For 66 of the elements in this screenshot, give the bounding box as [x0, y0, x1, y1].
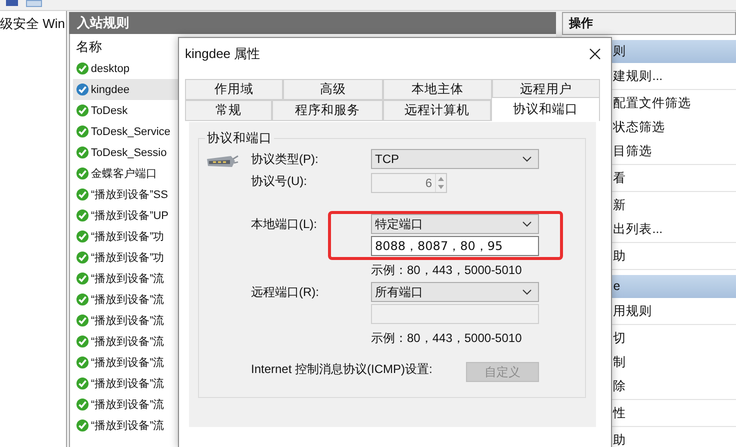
rule-row[interactable]: “播放到设备”流	[72, 415, 180, 436]
local-port-dropdown[interactable]: 特定端口	[371, 214, 539, 234]
check-icon	[76, 314, 89, 327]
rule-row[interactable]: “播放到设备”流	[72, 331, 180, 352]
rule-row[interactable]: “播放到设备”流	[72, 394, 180, 415]
remote-port-dropdown[interactable]: 所有端口	[371, 282, 539, 302]
field-label: 协议号(U):	[251, 172, 308, 190]
field-label: Internet 控制消息协议(ICMP)设置:	[251, 362, 434, 377]
protocol-type-dropdown[interactable]: TCP	[371, 149, 539, 169]
rule-row[interactable]: ToDesk_Service	[72, 121, 180, 142]
check-icon	[76, 188, 89, 201]
field-label: 协议类型(P):	[251, 150, 320, 168]
rule-row[interactable]: 金蝶客户端口	[72, 163, 180, 184]
rule-row[interactable]: “播放到设备”UP	[72, 205, 180, 226]
rule-row[interactable]: “播放到设备”流	[72, 352, 180, 373]
rule-row[interactable]: kingdee	[72, 79, 180, 100]
close-icon[interactable]	[589, 48, 601, 60]
column-header[interactable]: 名称	[72, 36, 176, 58]
group-title: 协议和端口	[206, 130, 273, 147]
check-icon	[76, 356, 89, 369]
rule-row[interactable]: “播放到设备”SS	[72, 184, 180, 205]
chevron-icon	[522, 221, 532, 227]
tab[interactable]: 高级	[283, 79, 383, 100]
check-icon	[76, 251, 89, 264]
check-icon	[76, 62, 89, 75]
check-icon	[76, 272, 89, 285]
check-icon	[76, 398, 89, 411]
rule-row[interactable]: ToDesk	[72, 100, 180, 121]
check-icon	[76, 230, 89, 243]
window-title: kingdee 属性	[185, 44, 260, 62]
toolbar-icon[interactable]	[6, 0, 18, 6]
rule-row[interactable]: “播放到设备”流	[72, 289, 180, 310]
check-icon	[76, 293, 89, 306]
chevron-icon	[522, 156, 532, 162]
check-icon	[76, 83, 89, 96]
check-icon	[76, 167, 89, 180]
tab[interactable]: 远程计算机	[383, 100, 491, 121]
tab[interactable]: 协议和端口	[491, 97, 600, 121]
check-icon	[76, 146, 89, 159]
tab[interactable]: 常规	[185, 100, 272, 121]
pane-header: 操作	[562, 12, 736, 35]
rule-row[interactable]: ToDesk_Sessio	[72, 142, 180, 163]
check-icon	[76, 104, 89, 117]
check-icon	[76, 335, 89, 348]
chevron-icon	[522, 289, 532, 295]
rule-row[interactable]: “播放到设备”流	[72, 268, 180, 289]
check-icon	[76, 125, 89, 138]
check-icon	[76, 209, 89, 222]
rule-row[interactable]: “播放到设备”流	[72, 310, 180, 331]
rule-row[interactable]: desktop	[72, 58, 180, 79]
tab[interactable]: 本地主体	[383, 79, 492, 100]
rule-row[interactable]: “播放到设备”功	[72, 226, 180, 247]
rule-row[interactable]: “播放到设备”功	[72, 247, 180, 268]
example-text: 示例：80，443，5000-5010	[371, 262, 523, 279]
tab[interactable]: 作用域	[185, 79, 283, 100]
tab[interactable]: 程序和服务	[272, 100, 383, 121]
check-icon	[76, 419, 89, 432]
example-text: 示例：80，443，5000-5010	[371, 330, 523, 347]
toolbar-icon[interactable]	[26, 0, 42, 7]
tree-item[interactable]: 级安全 Win	[0, 15, 65, 33]
local-ports-field[interactable]: 8088，8087，80，95	[371, 236, 539, 256]
pane-header: 入站规则	[68, 12, 556, 34]
field-label: 远程端口(R):	[251, 284, 320, 300]
field-label: 本地端口(L):	[251, 216, 318, 232]
rule-row[interactable]: “播放到设备”流	[72, 373, 180, 394]
check-icon	[76, 377, 89, 390]
